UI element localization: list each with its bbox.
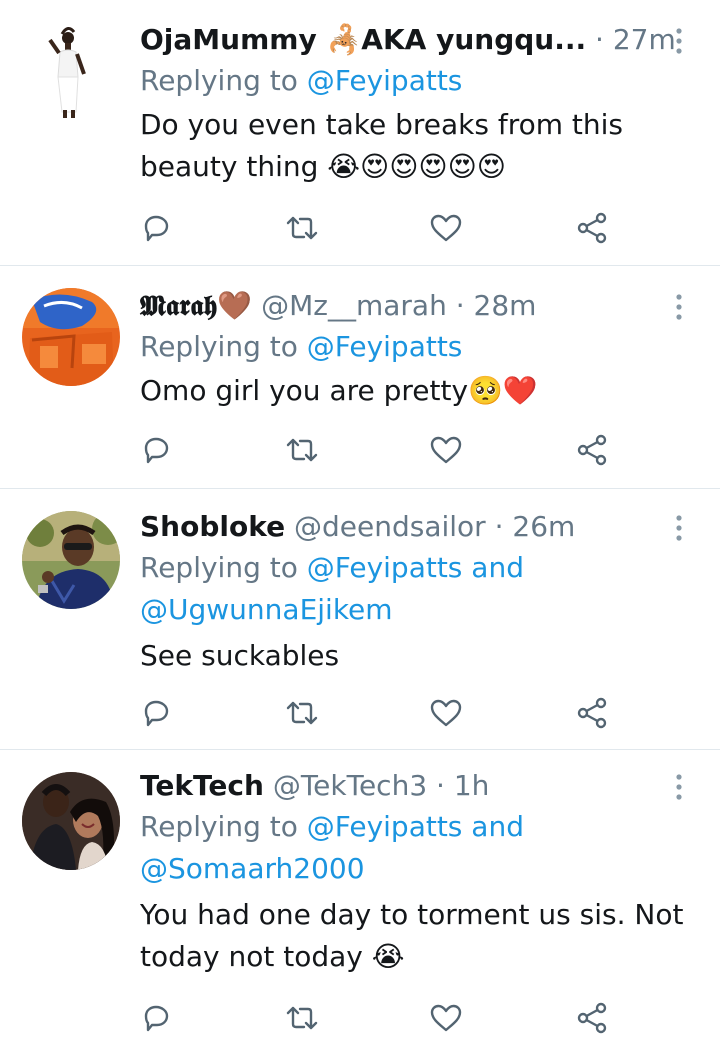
tweet[interactable]: Shobloke @deendsailor · 26m Replying to … (0, 489, 720, 750)
emoji: 😭😍😍😍😍😍 (327, 150, 506, 183)
timestamp[interactable]: 28m (474, 289, 537, 322)
avatar[interactable] (22, 288, 120, 386)
like-button[interactable] (426, 693, 466, 733)
replying-to: Replying to @Feyipatts (140, 60, 700, 102)
user-handle[interactable]: @TekTech3 (273, 769, 427, 802)
replying-to-label: Replying to (140, 64, 298, 97)
reply-button[interactable] (136, 208, 176, 248)
reply-button[interactable] (136, 430, 176, 470)
tweet-header: Shobloke @deendsailor · 26m (140, 507, 700, 547)
share-button[interactable] (572, 208, 612, 248)
display-name[interactable]: TekTech (140, 769, 264, 802)
tweet-text-line: Do you even take breaks from this (140, 108, 623, 141)
more-options-icon[interactable] (674, 294, 684, 320)
tweet[interactable]: 𝕸𝖆𝖗𝖆𝖍🤎 @Mz__marah · 28m Replying to @Fey… (0, 266, 720, 489)
replying-to-label: Replying to (140, 330, 298, 363)
retweet-button[interactable] (282, 998, 322, 1038)
mention-link[interactable]: @Somaarh2000 (140, 848, 700, 890)
separator: · (494, 510, 504, 543)
timestamp[interactable]: 27m (613, 23, 676, 56)
like-icon (430, 1004, 462, 1032)
tweet-text-line: today not today (140, 940, 363, 973)
user-handle[interactable]: @Mz__marah (261, 289, 447, 322)
tweet-header: TekTech @TekTech3 · 1h (140, 766, 700, 806)
retweet-icon (286, 701, 318, 725)
retweet-button[interactable] (282, 430, 322, 470)
retweet-icon (286, 1006, 318, 1030)
retweet-button[interactable] (282, 208, 322, 248)
retweet-button[interactable] (282, 693, 322, 733)
share-button[interactable] (572, 430, 612, 470)
retweet-icon (286, 216, 318, 240)
display-name[interactable]: 𝕸𝖆𝖗𝖆𝖍🤎 (140, 289, 252, 322)
like-icon (430, 436, 462, 464)
mention-link[interactable]: @Feyipatts and (307, 810, 524, 843)
avatar-couple-icon (22, 772, 120, 870)
replying-to-label: Replying to (140, 551, 298, 584)
emoji: 🥺❤️ (468, 374, 538, 407)
reply-icon (144, 215, 169, 242)
separator: · (455, 289, 465, 322)
mention-link[interactable]: @Feyipatts (307, 330, 463, 363)
like-button[interactable] (426, 430, 466, 470)
retweet-icon (286, 438, 318, 462)
replying-to: Replying to @Feyipatts (140, 326, 700, 368)
timestamp[interactable]: 1h (454, 769, 490, 802)
replying-to-label: Replying to (140, 810, 298, 843)
user-handle[interactable]: @deendsailor (294, 510, 486, 543)
share-button[interactable] (572, 693, 612, 733)
avatar-man-sunglasses-icon (22, 511, 120, 609)
reply-icon (144, 437, 169, 464)
share-icon (577, 434, 607, 466)
tweet-text-line: beauty thing (140, 150, 319, 183)
reply-button[interactable] (136, 693, 176, 733)
tweet-actions (140, 998, 610, 1038)
like-icon (430, 699, 462, 727)
tweet-text: Do you even take breaks from this beauty… (140, 104, 700, 188)
tweet-text: See suckables (140, 635, 700, 677)
tweet-text-line: See suckables (140, 639, 340, 672)
tweet-text-line: You had one day to torment us sis. Not (140, 898, 684, 931)
tweet-actions (140, 430, 610, 470)
reply-icon (144, 700, 169, 727)
more-options-icon[interactable] (674, 515, 684, 541)
replying-to: Replying to @Feyipatts and @UgwunnaEjike… (140, 547, 700, 631)
tweet-text: You had one day to torment us sis. Not t… (140, 894, 700, 978)
avatar[interactable] (22, 772, 120, 870)
separator: · (436, 769, 445, 802)
share-icon (577, 212, 607, 244)
like-button[interactable] (426, 208, 466, 248)
more-options-icon[interactable] (674, 28, 684, 54)
like-icon (430, 214, 462, 242)
separator: · (595, 23, 604, 56)
emoji: 😭 (371, 940, 405, 973)
reply-icon (144, 1005, 169, 1032)
tweet[interactable]: OjaMummy 🦂AKA yungqu... · 27m Replying t… (0, 0, 720, 266)
avatar-woman-white-dress-icon (22, 22, 120, 120)
tweet-actions (140, 208, 610, 248)
display-name[interactable]: OjaMummy 🦂AKA yungqu... (140, 23, 586, 56)
more-options-icon[interactable] (674, 774, 684, 800)
timestamp[interactable]: 26m (512, 510, 575, 543)
share-icon (577, 697, 607, 729)
share-icon (577, 1002, 607, 1034)
tweet-actions (140, 693, 610, 733)
share-button[interactable] (572, 998, 612, 1038)
tweet-text-line: Omo girl you are pretty (140, 374, 469, 407)
reply-button[interactable] (136, 998, 176, 1038)
tweet-text: Omo girl you are pretty🥺❤️ (140, 370, 700, 412)
avatar[interactable] (22, 22, 120, 120)
avatar-orange-blue-icon (22, 288, 120, 386)
display-name[interactable]: Shobloke (140, 510, 285, 543)
mention-link[interactable]: @Feyipatts and (307, 551, 524, 584)
tweet-header: OjaMummy 🦂AKA yungqu... · 27m (140, 20, 700, 60)
avatar[interactable] (22, 511, 120, 609)
tweet[interactable]: TekTech @TekTech3 · 1h Replying to @Feyi… (0, 750, 720, 1047)
like-button[interactable] (426, 998, 466, 1038)
tweet-header: 𝕸𝖆𝖗𝖆𝖍🤎 @Mz__marah · 28m (140, 286, 700, 326)
mention-link[interactable]: @Feyipatts (307, 64, 463, 97)
replying-to: Replying to @Feyipatts and @Somaarh2000 (140, 806, 700, 890)
mention-link[interactable]: @UgwunnaEjikem (140, 589, 700, 631)
